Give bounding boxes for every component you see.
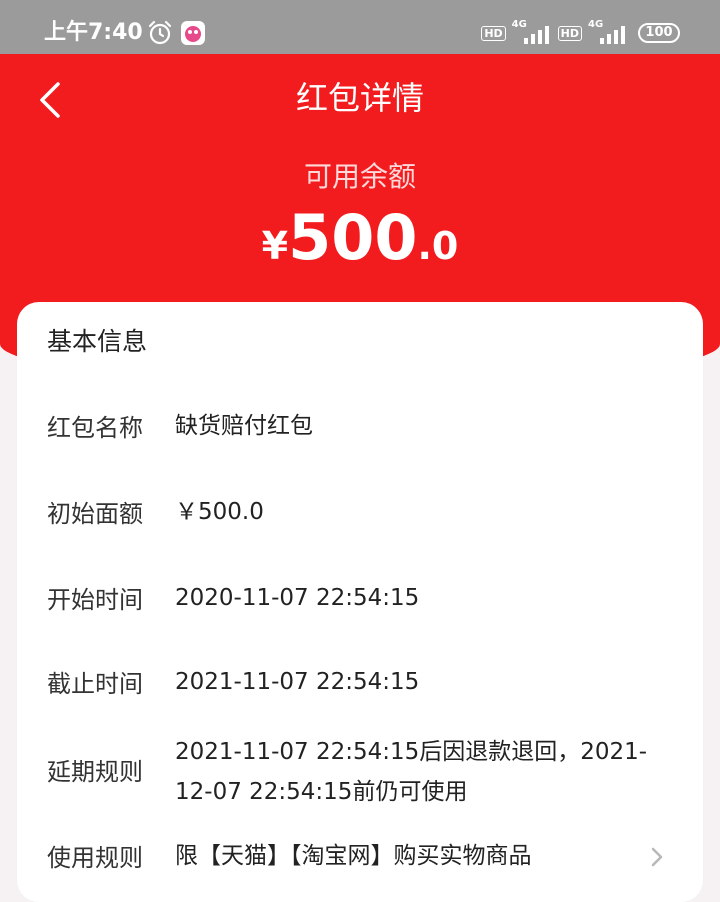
row-value: 限【天猫】【淘宝网】购买实物商品 [175, 843, 532, 869]
balance-decimal: .0 [417, 224, 459, 268]
signal-indicator: 4G [512, 19, 552, 45]
status-bar: 上午7:40 HD 4G HD 4G 100 [0, 0, 720, 54]
status-indicators: HD 4G HD 4G 100 [481, 19, 680, 46]
chevron-right-icon[interactable] [649, 846, 665, 868]
row-label: 初始面额 [47, 500, 143, 528]
row-label: 开始时间 [47, 586, 143, 614]
section-title: 基本信息 [47, 327, 148, 356]
hd-badge: HD [557, 25, 582, 41]
balance-label: 可用余额 [303, 160, 416, 193]
row-label: 截止时间 [47, 670, 143, 698]
info-card: 基本信息 红包名称 缺货赔付红包 初始面额 ￥500.0 开始时间 2020-1… [17, 302, 703, 902]
balance-amount: ¥500.0 [0, 198, 720, 294]
row-value: ￥500.0 [175, 499, 264, 525]
balance-integer: 500 [288, 201, 418, 274]
row-label: 延期规则 [47, 758, 143, 786]
balance-currency: ¥ [261, 224, 289, 268]
status-time: 上午7:40 [44, 20, 143, 45]
row-label: 红包名称 [47, 414, 143, 442]
app-icon [181, 21, 205, 45]
signal-icon [523, 26, 549, 44]
row-value: 2021-11-07 22:54:15 [175, 669, 420, 695]
row-value: 缺货赔付红包 [175, 413, 313, 439]
row-label: 使用规则 [47, 844, 143, 872]
signal-icon [600, 26, 625, 44]
row-value: 2021-11-07 22:54:15后因退款退回，2021-12-07 22:… [175, 739, 648, 805]
signal-indicator: 4G [588, 19, 628, 45]
row-value: 2020-11-07 22:54:15 [175, 585, 420, 611]
battery-indicator: 100 [638, 23, 680, 43]
alarm-icon [148, 20, 172, 45]
hd-badge: HD [481, 25, 506, 41]
page-title: 红包详情 [295, 79, 424, 117]
